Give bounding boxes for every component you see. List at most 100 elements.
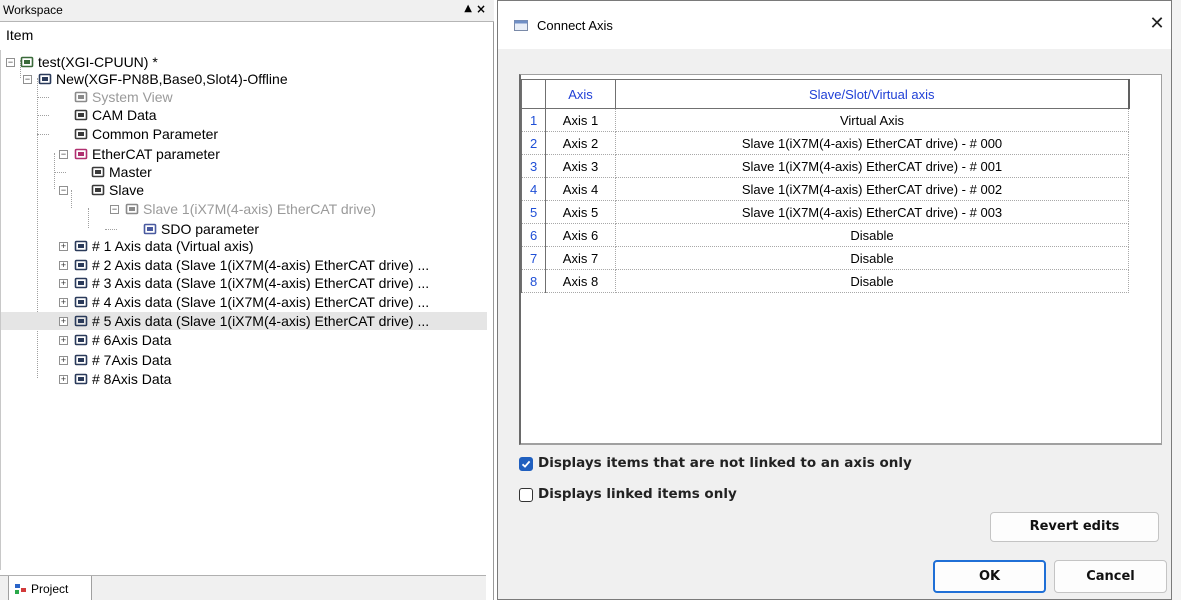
target-cell[interactable]: Disable bbox=[615, 223, 1129, 247]
axis-cell: Axis 3 bbox=[545, 154, 616, 178]
axis-data-icon bbox=[74, 295, 88, 309]
tree-node[interactable]: − EtherCAT parameter bbox=[1, 145, 487, 163]
slave-icon bbox=[91, 183, 105, 197]
axis-grid: Axis Slave/Slot/Virtual axis 1 Axis 1 Virt… bbox=[519, 74, 1162, 445]
row-number: 2 bbox=[521, 131, 546, 155]
tree-node[interactable]: + # 7Axis Data bbox=[1, 351, 487, 369]
drive-icon bbox=[125, 202, 139, 216]
expand-icon[interactable]: + bbox=[59, 375, 68, 384]
target-cell[interactable]: Slave 1(iX7M(4-axis) EtherCAT drive) - #… bbox=[615, 200, 1129, 224]
axis-cell: Axis 7 bbox=[545, 246, 616, 270]
tree-node[interactable]: + # 2 Axis data (Slave 1(iX7M(4-axis) Eth… bbox=[1, 256, 487, 274]
tab-project[interactable]: Project bbox=[8, 576, 92, 600]
collapse-icon[interactable]: − bbox=[59, 186, 68, 195]
tree-node-label: # 4 Axis data (Slave 1(iX7M(4-axis) Ethe… bbox=[92, 294, 430, 310]
module-icon bbox=[38, 72, 52, 86]
table-row[interactable]: 6 Axis 6 Disable bbox=[521, 223, 1129, 247]
table-row[interactable]: 2 Axis 2 Slave 1(iX7M(4-axis) EtherCAT dri… bbox=[521, 131, 1129, 155]
tree-node-label: # 3 Axis data (Slave 1(iX7M(4-axis) Ethe… bbox=[92, 275, 430, 291]
expand-icon[interactable]: + bbox=[59, 261, 68, 270]
row-number: 6 bbox=[521, 223, 546, 247]
ok-button[interactable]: OK bbox=[933, 560, 1046, 593]
expand-icon[interactable]: + bbox=[59, 356, 68, 365]
expand-icon[interactable]: + bbox=[59, 279, 68, 288]
column-header-axis: Axis bbox=[545, 79, 616, 109]
collapse-icon[interactable]: − bbox=[23, 75, 32, 84]
grid-bottom-line bbox=[521, 443, 1162, 444]
tree-node-label: Master bbox=[109, 164, 152, 180]
row-number: 1 bbox=[521, 108, 546, 132]
axis-cell: Axis 2 bbox=[545, 131, 616, 155]
tree-node-label: # 2 Axis data (Slave 1(iX7M(4-axis) Ethe… bbox=[92, 257, 430, 273]
axis-cell: Axis 4 bbox=[545, 177, 616, 201]
target-cell[interactable]: Slave 1(iX7M(4-axis) EtherCAT drive) - #… bbox=[615, 131, 1129, 155]
tree-node[interactable]: Common Parameter bbox=[1, 125, 487, 143]
tree-node-label: # 5 Axis data (Slave 1(iX7M(4-axis) Ethe… bbox=[92, 313, 430, 329]
axis-data-icon bbox=[74, 276, 88, 290]
tree-node[interactable]: + # 4 Axis data (Slave 1(iX7M(4-axis) Eth… bbox=[1, 293, 487, 311]
axis-cell: Axis 1 bbox=[545, 108, 616, 132]
target-cell[interactable]: Disable bbox=[615, 246, 1129, 270]
table-row[interactable]: 7 Axis 7 Disable bbox=[521, 246, 1129, 270]
axis-cell: Axis 6 bbox=[545, 223, 616, 247]
tree-node-label: CAM Data bbox=[92, 107, 157, 123]
tree-node[interactable]: CAM Data bbox=[1, 106, 487, 124]
collapse-icon[interactable]: − bbox=[59, 150, 68, 159]
table-row[interactable]: 5 Axis 5 Slave 1(iX7M(4-axis) EtherCAT dri… bbox=[521, 200, 1129, 224]
collapse-icon[interactable]: − bbox=[110, 205, 119, 214]
table-row[interactable]: 1 Axis 1 Virtual Axis bbox=[521, 108, 1129, 132]
tree-node-label: # 7Axis Data bbox=[92, 352, 172, 368]
pin-icon[interactable]: ▲ bbox=[464, 3, 472, 14]
workspace-header: Workspace ▲ × bbox=[0, 0, 494, 22]
tree-node-label: SDO parameter bbox=[161, 221, 260, 237]
tree-node[interactable]: − test(XGI-CPUUN) * bbox=[1, 53, 487, 71]
tree-node[interactable]: Master bbox=[1, 163, 487, 181]
tree-node[interactable]: + # 6Axis Data bbox=[1, 331, 487, 349]
tree-node-label: Common Parameter bbox=[92, 126, 219, 142]
close-icon[interactable]: ✕ bbox=[1146, 12, 1168, 36]
target-cell[interactable]: Slave 1(iX7M(4-axis) EtherCAT drive) - #… bbox=[615, 154, 1129, 178]
tab-project-label: Project bbox=[31, 582, 69, 596]
workspace-panel: Workspace ▲ × Item − test(XGI-CPUUN) * − Ne… bbox=[0, 0, 494, 600]
axis-data-icon bbox=[74, 314, 88, 328]
tree-node-label: Slave bbox=[109, 182, 145, 198]
tree-node[interactable]: − New(XGF-PN8B,Base0,Slot4)-Offline bbox=[1, 70, 487, 88]
tree-node-label: New(XGF-PN8B,Base0,Slot4)-Offline bbox=[56, 71, 288, 87]
check-icon bbox=[521, 460, 531, 468]
expand-icon[interactable]: + bbox=[59, 336, 68, 345]
tree-node-label: # 6Axis Data bbox=[92, 332, 172, 348]
axis-data-icon bbox=[74, 333, 88, 347]
table-row[interactable]: 8 Axis 8 Disable bbox=[521, 269, 1129, 293]
expand-icon[interactable]: + bbox=[59, 317, 68, 326]
axis-data-icon bbox=[74, 239, 88, 253]
tree-node[interactable]: SDO parameter bbox=[1, 220, 487, 238]
system-view-icon bbox=[74, 90, 88, 104]
close-icon[interactable]: × bbox=[476, 2, 486, 16]
tree-node[interactable]: − Slave bbox=[1, 181, 487, 199]
expand-icon[interactable]: + bbox=[59, 242, 68, 251]
table-row[interactable]: 3 Axis 3 Slave 1(iX7M(4-axis) EtherCAT dri… bbox=[521, 154, 1129, 178]
linked-only-label: Displays linked items only bbox=[538, 486, 737, 502]
sdo-icon bbox=[143, 222, 157, 236]
cancel-button[interactable]: Cancel bbox=[1054, 560, 1167, 593]
tree-node[interactable]: + # 8Axis Data bbox=[1, 370, 487, 388]
target-cell[interactable]: Virtual Axis bbox=[615, 108, 1129, 132]
tree-node[interactable]: + # 3 Axis data (Slave 1(iX7M(4-axis) Eth… bbox=[1, 274, 487, 292]
target-cell[interactable]: Slave 1(iX7M(4-axis) EtherCAT drive) - #… bbox=[615, 177, 1129, 201]
tree-node[interactable]: − Slave 1(iX7M(4-axis) EtherCAT drive) bbox=[1, 200, 487, 218]
project-tree[interactable]: − test(XGI-CPUUN) * − New(XGF-PN8B,Base0,Sl… bbox=[0, 50, 487, 570]
revert-edits-button[interactable]: Revert edits bbox=[990, 512, 1159, 542]
tree-node[interactable]: + # 5 Axis data (Slave 1(iX7M(4-axis) Eth… bbox=[1, 312, 487, 330]
table-row[interactable]: 4 Axis 4 Slave 1(iX7M(4-axis) EtherCAT dri… bbox=[521, 177, 1129, 201]
row-header-corner bbox=[521, 79, 546, 109]
workspace-title: Workspace bbox=[3, 3, 63, 17]
dialog-title: Connect Axis bbox=[537, 18, 613, 33]
expand-icon[interactable]: + bbox=[59, 298, 68, 307]
axis-data-icon bbox=[74, 353, 88, 367]
unlinked-only-checkbox[interactable] bbox=[519, 457, 533, 471]
linked-only-checkbox[interactable] bbox=[519, 488, 533, 502]
collapse-icon[interactable]: − bbox=[6, 58, 15, 67]
tree-node[interactable]: System View bbox=[1, 88, 487, 106]
tree-node[interactable]: + # 1 Axis data (Virtual axis) bbox=[1, 237, 487, 255]
target-cell[interactable]: Disable bbox=[615, 269, 1129, 293]
